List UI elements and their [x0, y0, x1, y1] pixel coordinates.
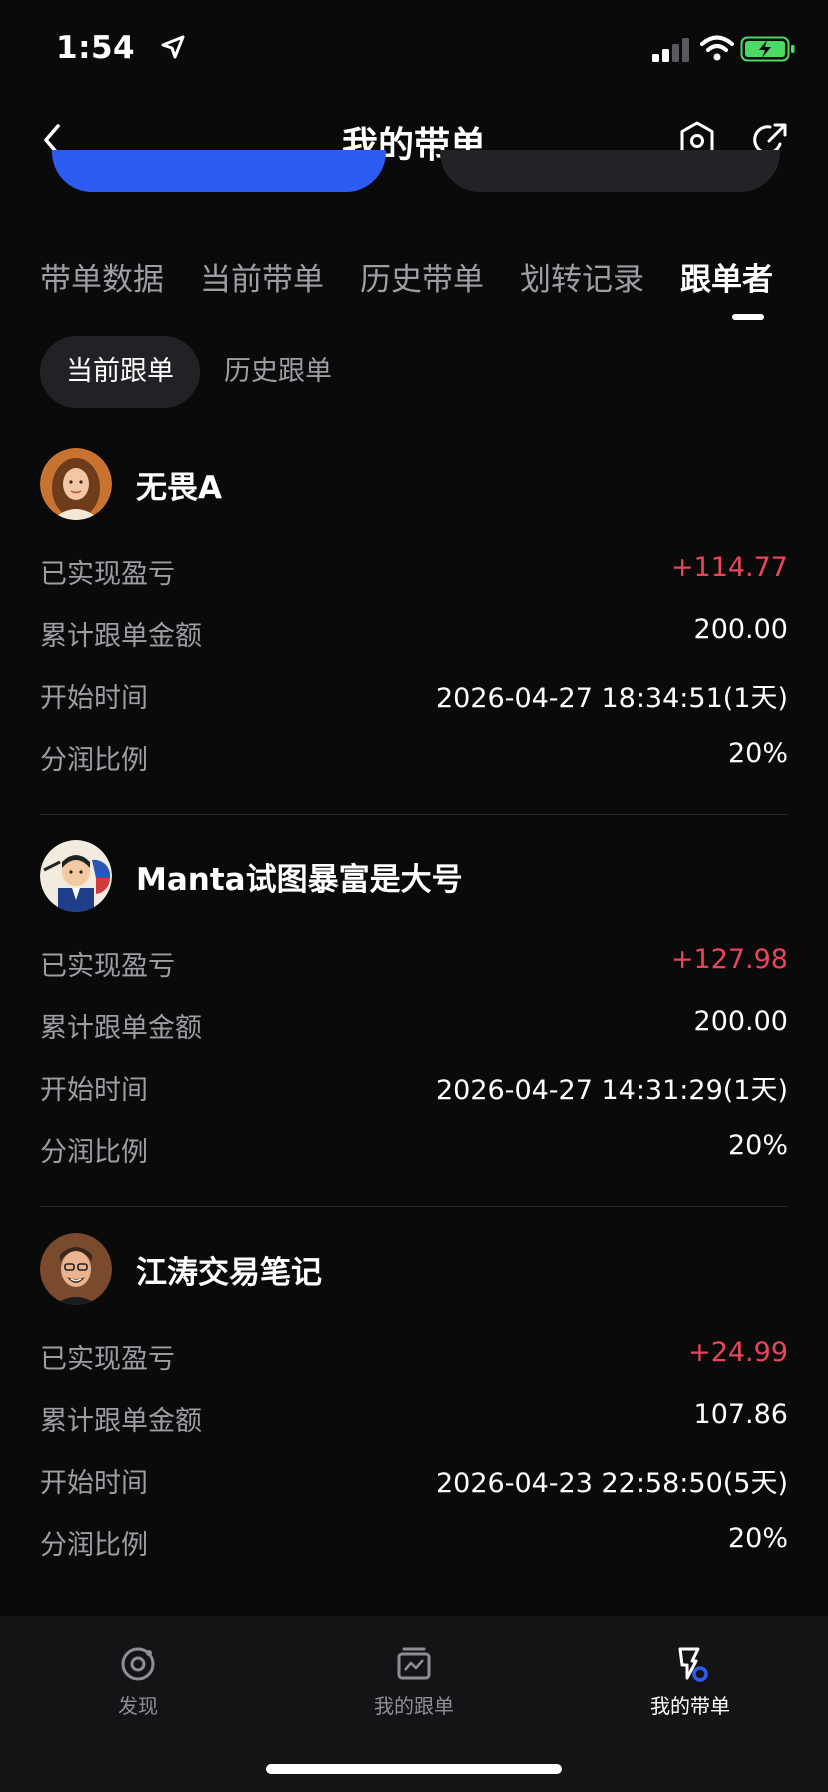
realized-pnl-value: +114.77 [670, 552, 788, 583]
follower-name: 无畏A [136, 470, 222, 506]
start-time-value: 2026-04-27 18:34:51(1天) [435, 683, 788, 714]
chart-box-icon [397, 1647, 431, 1680]
discover-icon [121, 1647, 155, 1681]
realized-pnl-row: 已实现盈亏 +114.77 [40, 552, 788, 592]
battery-charging-icon [740, 36, 795, 62]
wifi-icon [700, 35, 734, 61]
tab-followers[interactable]: 跟单者 [680, 254, 773, 299]
start-time-value: 2026-04-23 22:58:50(5天) [435, 1468, 788, 1499]
follower-name: Manta试图暴富是大号 [136, 862, 463, 898]
follower-card: 江涛交易笔记 已实现盈亏 +24.99 累计跟单金额 107.86 开始时间 2… [40, 1233, 788, 1573]
bottom-tab-label: 我的带单 [650, 1694, 730, 1718]
bottom-tab-bar: 发现 我的跟单 我的带单 [0, 1616, 828, 1792]
bottom-tab-label: 发现 [118, 1694, 158, 1718]
avatar[interactable] [40, 840, 112, 912]
realized-pnl-row: 已实现盈亏 +127.98 [40, 944, 788, 984]
start-time-label: 开始时间 [40, 683, 148, 714]
start-time-row: 开始时间 2026-04-27 14:31:29(1天) [40, 1068, 788, 1108]
profit-share-value: 20% [727, 738, 788, 769]
profit-share-value: 20% [727, 1523, 788, 1554]
copy-trade-icon [678, 1647, 708, 1682]
follower-card: 无畏A 已实现盈亏 +114.77 累计跟单金额 200.00 开始时间 202… [40, 448, 788, 815]
start-time-label: 开始时间 [40, 1075, 148, 1106]
status-time: 1:54 [56, 30, 136, 66]
secondary-action-button[interactable] [440, 150, 780, 192]
tab-copy-data[interactable]: 带单数据 [40, 254, 164, 299]
tab-transfer-records[interactable]: 划转记录 [520, 254, 644, 299]
realized-pnl-value: +24.99 [688, 1337, 788, 1368]
total-amount-row: 累计跟单金额 200.00 [40, 614, 788, 654]
status-bar: 1:54 [0, 0, 828, 100]
bottom-tab-my-lead[interactable]: 我的带单 [610, 1644, 770, 1719]
start-time-row: 开始时间 2026-04-23 22:58:50(5天) [40, 1461, 788, 1501]
avatar[interactable] [40, 448, 112, 520]
bottom-tab-label: 我的跟单 [374, 1694, 454, 1718]
tab-current-copy[interactable]: 当前带单 [200, 254, 324, 299]
divider [40, 1206, 788, 1207]
main-tabs: 带单数据 当前带单 历史带单 划转记录 跟单者 [0, 240, 828, 320]
follower-card: Manta试图暴富是大号 已实现盈亏 +127.98 累计跟单金额 200.00… [40, 840, 788, 1207]
total-amount-row: 累计跟单金额 200.00 [40, 1006, 788, 1046]
total-amount-value: 200.00 [693, 1006, 788, 1037]
follower-name: 江涛交易笔记 [136, 1255, 322, 1291]
realized-pnl-label: 已实现盈亏 [40, 559, 175, 590]
avatar-cartoon-icon [40, 840, 112, 912]
avatar-woman-icon [40, 448, 112, 520]
primary-action-button[interactable] [52, 150, 386, 192]
total-amount-label: 累计跟单金额 [40, 621, 202, 652]
location-arrow-icon [161, 35, 185, 59]
total-amount-value: 200.00 [693, 614, 788, 645]
page: 1:54 我的带单 带单数据 当前带单 历史带单 划转记录 跟单者 当前跟单 历… [0, 0, 828, 1792]
profit-share-label: 分润比例 [40, 745, 148, 776]
avatar[interactable] [40, 1233, 112, 1305]
bottom-tab-my-follow[interactable]: 我的跟单 [334, 1644, 494, 1719]
start-time-label: 开始时间 [40, 1468, 148, 1499]
total-amount-label: 累计跟单金额 [40, 1406, 202, 1437]
bottom-tab-discover[interactable]: 发现 [58, 1644, 218, 1719]
profit-share-value: 20% [727, 1130, 788, 1161]
cellular-signal-icon [652, 38, 689, 62]
start-time-value: 2026-04-27 14:31:29(1天) [435, 1075, 788, 1106]
realized-pnl-value: +127.98 [670, 944, 788, 975]
profit-share-row: 分润比例 20% [40, 1130, 788, 1170]
subtab-history-follow[interactable]: 历史跟单 [224, 336, 332, 408]
total-amount-value: 107.86 [693, 1399, 788, 1430]
start-time-row: 开始时间 2026-04-27 18:34:51(1天) [40, 676, 788, 716]
profit-share-label: 分润比例 [40, 1530, 148, 1561]
total-amount-label: 累计跟单金额 [40, 1013, 202, 1044]
profit-share-row: 分润比例 20% [40, 738, 788, 778]
divider [40, 814, 788, 815]
tab-history-copy[interactable]: 历史带单 [360, 254, 484, 299]
tab-indicator [732, 314, 764, 320]
total-amount-row: 累计跟单金额 107.86 [40, 1399, 788, 1439]
realized-pnl-label: 已实现盈亏 [40, 951, 175, 982]
profit-share-row: 分润比例 20% [40, 1523, 788, 1563]
avatar-man-icon [40, 1233, 112, 1305]
profit-share-label: 分润比例 [40, 1137, 148, 1168]
subtab-current-follow[interactable]: 当前跟单 [40, 336, 200, 408]
home-indicator [266, 1764, 562, 1774]
realized-pnl-label: 已实现盈亏 [40, 1344, 175, 1375]
realized-pnl-row: 已实现盈亏 +24.99 [40, 1337, 788, 1377]
